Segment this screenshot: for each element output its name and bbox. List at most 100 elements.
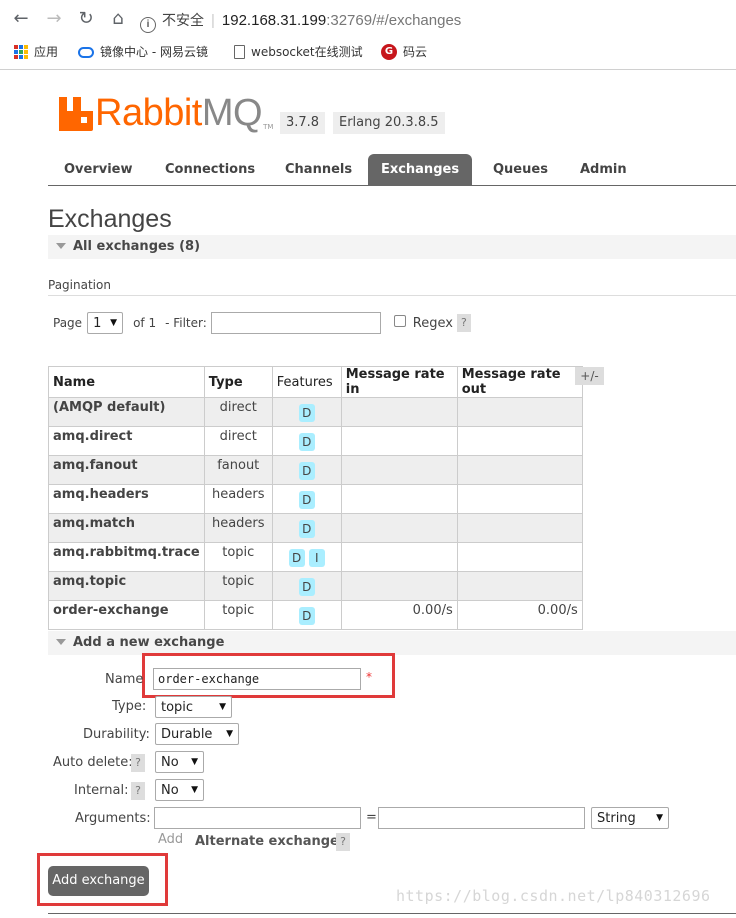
- add-exchange-header[interactable]: Add a new exchange: [48, 631, 736, 655]
- exchange-type: topic: [203, 600, 273, 630]
- back-icon[interactable]: ←: [10, 8, 32, 30]
- column-header-features: Features: [271, 366, 342, 398]
- column-toggle-button[interactable]: +/-: [575, 367, 604, 385]
- auto-delete-help-icon[interactable]: ?: [131, 754, 145, 772]
- column-header-type[interactable]: Type: [203, 366, 273, 398]
- address-bar[interactable]: i 不安全 | 192.168.31.199:32769/#/exchanges: [128, 7, 736, 33]
- page-select[interactable]: 1 ▼: [87, 312, 124, 334]
- column-header-name[interactable]: Name: [48, 366, 205, 398]
- table-row[interactable]: amq.fanout fanout D: [48, 455, 583, 485]
- durable-badge: D: [298, 520, 315, 538]
- table-row[interactable]: amq.direct direct D: [48, 426, 583, 456]
- bookmark-mirror[interactable]: 镜像中心 - 网易云镜: [78, 40, 218, 64]
- features-cell: D: [271, 484, 342, 514]
- bottom-divider: [48, 913, 736, 914]
- rate-in: [340, 455, 458, 485]
- browser-toolbar: ← → ↻ ⌂ i 不安全 | 192.168.31.199:32769/#/exch…: [0, 0, 736, 70]
- auto-delete-select-value: No: [161, 754, 179, 770]
- exchanges-table: Name Type Features Message rate in Messa…: [48, 366, 583, 630]
- exchange-name-link[interactable]: amq.direct: [48, 426, 205, 456]
- argument-equals: =: [366, 810, 377, 825]
- durable-badge: D: [298, 607, 315, 625]
- bookmark-label: 镜像中心 - 网易云镜: [100, 45, 208, 59]
- exchange-type: headers: [203, 484, 273, 514]
- dropdown-arrow-icon: ▼: [656, 813, 663, 823]
- logo-wordmark: RabbitMQ: [95, 92, 263, 134]
- home-icon[interactable]: ⌂: [107, 8, 129, 30]
- type-select[interactable]: topic ▼: [155, 696, 232, 718]
- dropdown-arrow-icon: ▼: [191, 785, 198, 795]
- internal-select[interactable]: No ▼: [155, 779, 204, 801]
- features-cell: D: [271, 397, 342, 427]
- argument-key-input[interactable]: [154, 807, 361, 829]
- pagination-label: Pagination: [48, 278, 111, 292]
- bookmark-websocket[interactable]: websocket在线测试: [234, 40, 363, 64]
- logo-rabbit-text: Rabbit: [95, 92, 202, 134]
- bookmark-label: 应用: [34, 45, 59, 59]
- rate-out: [456, 426, 583, 456]
- durable-badge: D: [298, 433, 315, 451]
- argument-type-select[interactable]: String ▼: [591, 807, 669, 829]
- tab-admin[interactable]: Admin: [580, 154, 627, 185]
- column-header-rate-in[interactable]: Message rate in: [340, 366, 458, 398]
- erlang-version-badge: Erlang 20.3.8.5: [333, 112, 445, 134]
- all-exchanges-title: All exchanges (8): [73, 239, 201, 254]
- exchange-name-link[interactable]: amq.fanout: [48, 455, 205, 485]
- table-row[interactable]: (AMQP default) direct D: [48, 397, 583, 427]
- exchange-name-link[interactable]: amq.headers: [48, 484, 205, 514]
- alternate-exchange-help-icon[interactable]: ?: [336, 833, 350, 851]
- auto-delete-select[interactable]: No ▼: [155, 751, 204, 773]
- collapse-triangle-icon: [56, 639, 66, 645]
- table-row[interactable]: order-exchange topic D 0.00/s 0.00/s: [48, 600, 583, 630]
- internal-help-icon[interactable]: ?: [131, 782, 145, 800]
- exchange-name-link[interactable]: amq.topic: [48, 571, 205, 601]
- exchange-name-link[interactable]: (AMQP default): [48, 397, 205, 427]
- table-row[interactable]: amq.rabbitmq.trace topic D I: [48, 542, 583, 572]
- rate-in: [340, 484, 458, 514]
- exchange-name-link[interactable]: amq.match: [48, 513, 205, 543]
- address-path: :32769/#/exchanges: [326, 12, 462, 29]
- info-icon[interactable]: i: [140, 17, 156, 33]
- add-argument-link[interactable]: Add: [158, 832, 183, 847]
- gitee-icon: G: [381, 44, 397, 60]
- alternate-exchange-link[interactable]: Alternate exchange: [195, 834, 339, 849]
- add-exchange-button[interactable]: Add exchange: [48, 866, 149, 896]
- reload-icon[interactable]: ↻: [75, 8, 97, 30]
- rabbitmq-logo: RabbitMQ TM: [59, 92, 273, 134]
- all-exchanges-header[interactable]: All exchanges (8): [48, 235, 736, 259]
- argument-value-input[interactable]: [378, 807, 585, 829]
- features-cell: D: [271, 571, 342, 601]
- exchange-name-link[interactable]: amq.rabbitmq.trace: [48, 542, 205, 572]
- durable-badge: D: [298, 491, 315, 509]
- regex-help-icon[interactable]: ?: [456, 314, 471, 332]
- tab-overview[interactable]: Overview: [64, 154, 133, 185]
- bookmark-label: websocket在线测试: [251, 45, 363, 59]
- rate-out: [456, 397, 583, 427]
- tab-connections[interactable]: Connections: [165, 154, 255, 185]
- regex-checkbox[interactable]: [393, 315, 406, 327]
- bookmark-apps[interactable]: 应用: [14, 40, 58, 64]
- durability-select[interactable]: Durable ▼: [155, 723, 239, 745]
- exchange-type: topic: [203, 542, 273, 572]
- insecure-label: 不安全: [162, 12, 204, 28]
- dropdown-arrow-icon: ▼: [219, 702, 226, 712]
- tab-queues[interactable]: Queues: [493, 154, 548, 185]
- rate-out: [456, 484, 583, 514]
- table-row[interactable]: amq.match headers D: [48, 513, 583, 543]
- forward-icon[interactable]: →: [43, 8, 65, 30]
- name-input[interactable]: [153, 668, 361, 690]
- address-host: 192.168.31.199: [221, 12, 327, 29]
- page-select-value: 1: [93, 315, 102, 331]
- tab-channels[interactable]: Channels: [285, 154, 352, 185]
- cloud-icon: [78, 46, 94, 58]
- filter-input[interactable]: [210, 312, 381, 334]
- version-badge: 3.7.8: [280, 112, 326, 134]
- table-row[interactable]: amq.headers headers D: [48, 484, 583, 514]
- tab-exchanges[interactable]: Exchanges: [368, 154, 472, 185]
- table-row[interactable]: amq.topic topic D: [48, 571, 583, 601]
- pagination-divider: [48, 295, 736, 296]
- bookmark-gitee[interactable]: G 码云: [381, 40, 427, 64]
- name-label: Name: [105, 672, 144, 687]
- column-header-rate-out[interactable]: Message rate out: [456, 366, 583, 398]
- exchange-name-link[interactable]: order-exchange: [48, 600, 205, 630]
